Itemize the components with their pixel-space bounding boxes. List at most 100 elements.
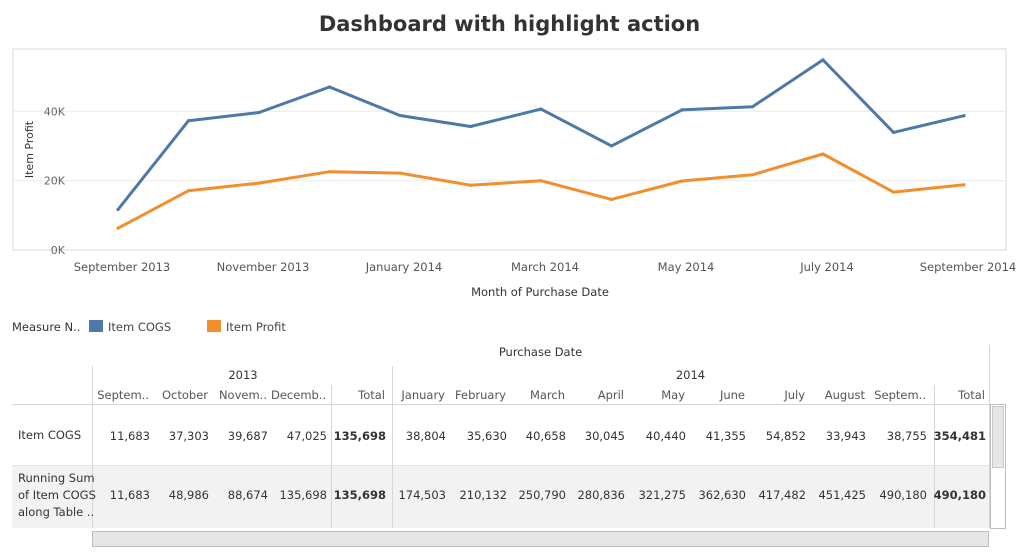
legend-label-cogs: Item COGS — [108, 320, 172, 334]
data-point[interactable] — [116, 226, 120, 230]
x-tick-label: November 2013 — [217, 260, 310, 274]
data-point[interactable] — [962, 183, 966, 187]
table-cell: 37,303 — [168, 429, 209, 443]
table-cell: 39,687 — [227, 429, 268, 443]
legend-label-profit: Item Profit — [226, 320, 286, 334]
legend-title: Measure N.. — [12, 320, 81, 334]
x-tick-label: July 2014 — [799, 260, 854, 274]
data-point[interactable] — [680, 108, 684, 112]
x-tick-label: January 2014 — [365, 260, 443, 274]
year-header-2013: 2013 — [228, 368, 258, 382]
data-point[interactable] — [186, 119, 191, 123]
table-cell: 135,698 — [333, 488, 386, 502]
table-cell: 490,180 — [933, 488, 986, 502]
data-point[interactable] — [327, 85, 332, 89]
data-point[interactable] — [680, 179, 684, 183]
data-point[interactable] — [468, 124, 473, 129]
data-point[interactable] — [398, 113, 402, 118]
column-header: July — [784, 388, 805, 402]
data-point[interactable] — [257, 181, 261, 185]
divider — [934, 385, 935, 528]
table-cell: 33,943 — [825, 429, 866, 443]
column-header: October — [161, 388, 208, 402]
data-point[interactable] — [116, 207, 120, 212]
table-cell: 48,986 — [168, 488, 209, 502]
horizontal-scrollbar[interactable] — [92, 531, 989, 547]
row-label-line: along Table .. — [18, 505, 95, 519]
plot-frame — [12, 48, 1007, 251]
data-point[interactable] — [891, 130, 896, 134]
data-point[interactable] — [398, 171, 402, 175]
vertical-scrollbar-thumb[interactable] — [992, 406, 1004, 468]
table-cell: 11,683 — [109, 429, 150, 443]
data-point[interactable] — [891, 190, 896, 194]
column-header: Decemb.. — [271, 388, 326, 402]
table-cell: 54,852 — [765, 429, 806, 443]
column-header: February — [455, 388, 506, 402]
table-cell: 250,790 — [518, 488, 566, 502]
data-point[interactable] — [609, 144, 614, 148]
column-header: Septem.. — [874, 388, 926, 402]
data-point[interactable] — [821, 152, 825, 156]
data-point[interactable] — [186, 189, 191, 193]
data-point[interactable] — [539, 179, 543, 183]
table-cell: 38,755 — [886, 429, 927, 443]
x-tick-label: September 2013 — [74, 260, 171, 274]
y-tick-label: 0K — [51, 244, 66, 257]
divider — [12, 404, 990, 405]
column-header: Total — [358, 388, 385, 402]
x-tick-label: May 2014 — [658, 260, 715, 274]
data-point[interactable] — [539, 107, 543, 111]
legend-swatch-profit — [207, 320, 221, 332]
dashboard-title: Dashboard with highlight action — [318, 12, 701, 36]
column-header: March — [529, 388, 565, 402]
line-chart[interactable]: 0K 20K 40K Item Profit September 2013 Novembe… — [0, 40, 1019, 310]
data-point[interactable] — [821, 58, 825, 62]
table-cell: 354,481 — [933, 429, 986, 443]
data-point[interactable] — [750, 105, 755, 109]
table-cell: 362,630 — [698, 488, 746, 502]
table-cell: 174,503 — [398, 488, 446, 502]
x-tick-label: September 2014 — [920, 260, 1017, 274]
table-cell: 280,836 — [577, 488, 625, 502]
data-point[interactable] — [468, 183, 473, 187]
column-header: Novem.. — [218, 388, 267, 402]
table-cell: 35,630 — [466, 429, 507, 443]
table-header-purchase-date: Purchase Date — [498, 345, 583, 359]
table-cell: 40,440 — [645, 429, 686, 443]
table-cell: 11,683 — [109, 488, 150, 502]
table-cell: 88,674 — [227, 488, 268, 502]
table-cell: 30,045 — [584, 429, 625, 443]
column-header: August — [824, 388, 865, 402]
table-cell: 451,425 — [818, 488, 866, 502]
column-header: June — [719, 388, 745, 402]
data-point[interactable] — [750, 173, 755, 177]
table-cell: 210,132 — [459, 488, 507, 502]
data-point[interactable] — [609, 197, 614, 202]
row-label-running-sum: Running Sum of Item COGS along Table .. — [18, 470, 96, 521]
x-axis-label: Month of Purchase Date — [471, 285, 609, 299]
column-header: May — [661, 388, 685, 402]
divider — [12, 465, 990, 466]
data-point[interactable] — [962, 114, 966, 118]
column-header: Septem.. — [97, 388, 149, 402]
row-label-line: of Item COGS — [18, 488, 96, 502]
table-cell: 135,698 — [333, 429, 386, 443]
vertical-scrollbar[interactable] — [990, 404, 1006, 529]
data-point[interactable] — [257, 110, 261, 115]
table-cell: 135,698 — [279, 488, 327, 502]
table-cell: 41,355 — [705, 429, 746, 443]
year-header-2014: 2014 — [675, 368, 706, 382]
table-cell: 38,804 — [405, 429, 446, 443]
row-label-line: Running Sum — [18, 471, 95, 485]
data-point[interactable] — [327, 170, 332, 174]
table-cell: 417,482 — [758, 488, 806, 502]
table-cell: 490,180 — [879, 488, 927, 502]
y-tick-label: 40K — [44, 105, 66, 118]
column-header: January — [401, 388, 445, 402]
legend-swatch-cogs — [89, 320, 103, 332]
column-header: April — [597, 388, 624, 402]
row-label-item-cogs: Item COGS — [18, 428, 82, 442]
divider — [331, 385, 332, 528]
y-axis-label: Item Profit — [23, 120, 36, 178]
